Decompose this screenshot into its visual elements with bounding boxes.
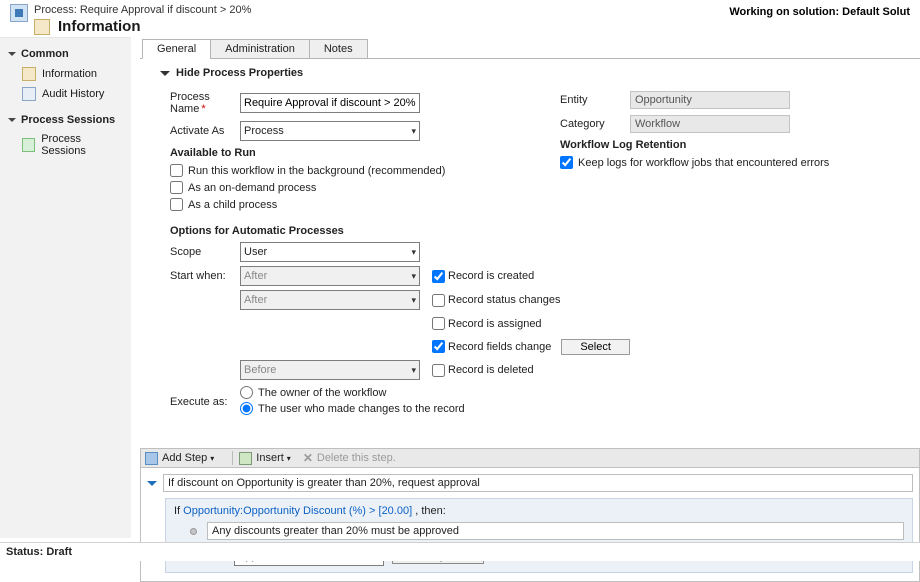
- category-value: Workflow: [630, 115, 790, 133]
- log-retention-heading: Workflow Log Retention: [560, 139, 920, 151]
- sidebar-item-audit-history[interactable]: Audit History: [0, 84, 131, 104]
- execute-as-owner-label: The owner of the workflow: [258, 387, 386, 399]
- information-item-icon: [22, 67, 36, 81]
- sidebar-group-common[interactable]: Common: [0, 44, 131, 64]
- fields-change-checkbox[interactable]: [432, 340, 445, 353]
- substep-description-input[interactable]: Any discounts greater than 20% must be a…: [207, 522, 904, 540]
- separator-icon: [232, 451, 233, 465]
- tab-bar: General Administration Notes: [142, 39, 920, 59]
- record-assigned-checkbox[interactable]: [432, 317, 445, 330]
- entity-label: Entity: [560, 94, 630, 106]
- if-condition-line: If Opportunity:Opportunity Discount (%) …: [174, 505, 904, 517]
- process-title: Process: Require Approval if discount > …: [34, 4, 251, 16]
- category-label: Category: [560, 118, 630, 130]
- on-demand-checkbox[interactable]: [170, 181, 183, 194]
- chevron-down-icon: ▾: [411, 271, 416, 282]
- chevron-down-icon: ▾: [411, 295, 416, 306]
- triangle-down-icon: [8, 118, 16, 122]
- record-deleted-label: Record is deleted: [448, 364, 534, 376]
- header: Process: Require Approval if discount > …: [0, 0, 920, 37]
- triangle-down-icon: [160, 71, 170, 76]
- chevron-down-icon: ▾: [411, 247, 416, 258]
- sidebar-group-process-sessions[interactable]: Process Sessions: [0, 110, 131, 130]
- options-heading: Options for Automatic Processes: [170, 225, 920, 237]
- start-after-select-1[interactable]: After▾: [240, 266, 420, 286]
- insert-button[interactable]: Insert ▾: [239, 452, 291, 465]
- bullet-icon: [190, 528, 197, 535]
- available-to-run-heading: Available to Run: [170, 147, 520, 159]
- delete-step-button[interactable]: ✕ Delete this step.: [303, 451, 396, 465]
- start-after-select-2[interactable]: After▾: [240, 290, 420, 310]
- activate-as-label: Activate As: [170, 125, 240, 137]
- run-background-checkbox[interactable]: [170, 164, 183, 177]
- if-condition-block: If Opportunity:Opportunity Discount (%) …: [165, 498, 913, 573]
- insert-icon: [239, 452, 252, 465]
- select-fields-button[interactable]: Select: [561, 339, 630, 355]
- sidebar-item-information[interactable]: Information: [0, 64, 131, 84]
- tab-notes[interactable]: Notes: [309, 39, 368, 59]
- triangle-down-icon: [8, 52, 16, 56]
- process-name-input[interactable]: [240, 93, 420, 113]
- child-process-checkbox[interactable]: [170, 198, 183, 211]
- execute-as-label: Execute as:: [170, 396, 240, 408]
- step-container: If discount on Opportunity is greater th…: [140, 468, 920, 582]
- scope-label: Scope: [170, 246, 240, 258]
- working-on-solution: Working on solution: Default Solut: [729, 6, 910, 18]
- add-step-button[interactable]: Add Step ▾: [145, 452, 214, 465]
- status-changes-checkbox[interactable]: [432, 294, 445, 307]
- step-toolbar: Add Step ▾ Insert ▾ ✕ Delete this step.: [140, 448, 920, 468]
- sidebar: Common Information Audit History Process…: [0, 37, 131, 538]
- entity-value: Opportunity: [630, 91, 790, 109]
- execute-as-user-radio[interactable]: [240, 402, 253, 415]
- record-deleted-checkbox[interactable]: [432, 364, 445, 377]
- execute-as-owner-radio[interactable]: [240, 386, 253, 399]
- step-description-input[interactable]: If discount on Opportunity is greater th…: [163, 474, 913, 492]
- tab-general[interactable]: General: [142, 39, 211, 59]
- run-background-label: Run this workflow in the background (rec…: [188, 165, 445, 177]
- hide-process-properties-toggle[interactable]: Hide Process Properties: [160, 67, 920, 79]
- chevron-down-icon: ▾: [210, 454, 214, 463]
- add-step-icon: [145, 452, 158, 465]
- chevron-down-icon: ▾: [287, 454, 291, 463]
- sidebar-item-process-sessions[interactable]: Process Sessions: [0, 130, 131, 160]
- status-changes-label: Record status changes: [448, 294, 561, 306]
- execute-as-user-label: The user who made changes to the record: [258, 403, 465, 415]
- keep-logs-checkbox[interactable]: [560, 156, 573, 169]
- fields-change-label: Record fields change: [448, 341, 551, 353]
- on-demand-label: As an on-demand process: [188, 182, 316, 194]
- information-heading: Information: [58, 18, 141, 35]
- delete-icon: ✕: [303, 451, 313, 465]
- scope-select[interactable]: User▾: [240, 242, 420, 262]
- tab-administration[interactable]: Administration: [210, 39, 310, 59]
- audit-history-icon: [22, 87, 36, 101]
- start-before-select[interactable]: Before▾: [240, 360, 420, 380]
- expand-step-icon[interactable]: [147, 481, 157, 486]
- condition-link[interactable]: Opportunity:Opportunity Discount (%) > […: [183, 505, 412, 517]
- record-assigned-label: Record is assigned: [448, 318, 542, 330]
- sessions-icon: [22, 138, 35, 152]
- activate-as-select[interactable]: Process▾: [240, 121, 420, 141]
- status-bar: Status: Draft: [0, 542, 920, 561]
- chevron-down-icon: ▾: [411, 365, 416, 376]
- information-icon: [34, 19, 50, 35]
- keep-logs-label: Keep logs for workflow jobs that encount…: [578, 157, 829, 169]
- process-name-label: Process Name*: [170, 91, 240, 115]
- process-icon: [10, 4, 28, 22]
- chevron-down-icon: ▾: [411, 126, 416, 137]
- record-created-label: Record is created: [448, 270, 534, 282]
- record-created-checkbox[interactable]: [432, 270, 445, 283]
- child-process-label: As a child process: [188, 199, 277, 211]
- start-when-label: Start when:: [170, 270, 240, 282]
